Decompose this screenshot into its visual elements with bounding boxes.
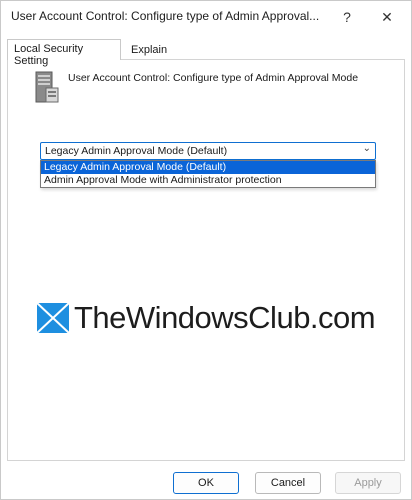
watermark-text: TheWindowsClub.com — [74, 300, 376, 335]
tab-page: User Account Control: Configure type of … — [7, 59, 405, 461]
approval-mode-select[interactable]: Legacy Admin Approval Mode (Default) ⌄ — [40, 142, 376, 160]
dropdown-option-administrator-protection[interactable]: Admin Approval Mode with Administrator p… — [41, 174, 375, 187]
windows-logo-icon — [36, 302, 70, 334]
window-title: User Account Control: Configure type of … — [11, 9, 320, 23]
help-button[interactable]: ? — [327, 3, 367, 31]
watermark: TheWindowsClub.com — [36, 300, 376, 340]
server-policy-icon — [35, 71, 59, 103]
apply-button[interactable]: Apply — [335, 472, 401, 494]
dropdown-option-legacy[interactable]: Legacy Admin Approval Mode (Default) — [41, 161, 375, 174]
policy-title: User Account Control: Configure type of … — [68, 72, 359, 84]
chevron-down-icon[interactable]: ⌄ — [363, 143, 371, 154]
ok-button[interactable]: OK — [173, 472, 239, 494]
tab-explain[interactable]: Explain — [125, 41, 175, 61]
tab-strip: Local Security Setting Explain — [7, 39, 407, 67]
title-bar[interactable]: User Account Control: Configure type of … — [1, 1, 411, 33]
dropdown-list: Legacy Admin Approval Mode (Default) Adm… — [40, 160, 376, 188]
cancel-button[interactable]: Cancel — [255, 472, 321, 494]
dialog-window: User Account Control: Configure type of … — [0, 0, 412, 500]
select-value: Legacy Admin Approval Mode (Default) — [45, 145, 228, 157]
close-button[interactable]: ✕ — [367, 3, 407, 31]
button-bar: OK Cancel Apply — [1, 463, 411, 499]
tab-local-security-setting[interactable]: Local Security Setting — [7, 39, 121, 67]
